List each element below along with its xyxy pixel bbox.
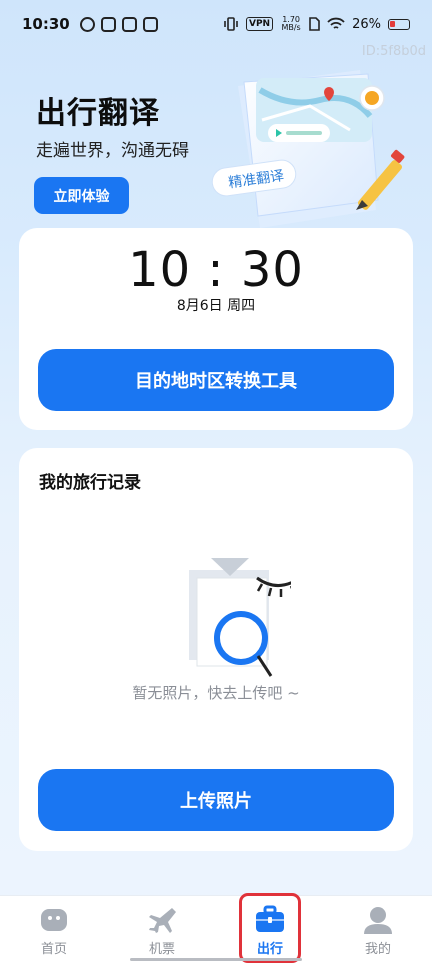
tab-flights-label: 机票 [148,942,175,957]
vibrate-icon [224,17,238,31]
tab-travel-label: 出行 [256,942,283,957]
tab-profile-label: 我的 [364,942,391,957]
current-date: 8月6日 周四 [176,298,256,314]
current-time: 10 : 30 [128,242,304,298]
notification-icon [100,16,116,32]
home-indicator [130,958,302,961]
tab-home-label: 首页 [40,942,67,957]
briefcase-icon [256,905,284,932]
upload-photo-button[interactable]: 上传照片 [38,769,394,831]
travel-records-card: 我的旅行记录 暂无照片，快去上传吧 ~ 上传照片 [19,448,413,851]
id-watermark: ID:5f8b0d [361,44,426,59]
tab-flights[interactable]: 机票 [108,896,216,964]
empty-photos-text: 暂无照片，快去上传吧 ~ [132,684,300,702]
calendar-icon [121,16,137,32]
tab-travel[interactable]: 出行 [216,896,324,964]
hero-title: 出行翻译 [36,96,160,131]
net-speed: 1.70 MB/s [281,15,301,32]
tab-home[interactable]: 首页 [0,896,108,964]
status-right: VPN 1.70 MB/s 26% [223,16,410,32]
person-icon [364,907,392,934]
home-icon [41,909,67,931]
status-time: 10:30 [22,15,70,33]
hero-illustration: 精准翻译 [211,70,405,228]
try-now-button[interactable]: 立即体验 [34,177,129,214]
status-left-icons [79,16,158,32]
timezone-card: 10 : 30 8月6日 周四 目的地时区转换工具 [19,228,413,430]
sim-icon [309,17,320,31]
vpn-badge: VPN [246,17,274,31]
hero-subtitle: 走遍世界，沟通无碍 [36,141,189,161]
tab-profile[interactable]: 我的 [324,896,432,964]
mail-icon [142,16,158,32]
empty-photo-illustration [189,558,291,677]
airplane-icon [149,908,176,933]
battery-percent: 26% [352,16,381,32]
leaf-icon [79,16,95,32]
records-title: 我的旅行记录 [39,473,141,493]
bottom-tabbar: 首页 机票 出行 我的 [0,895,432,964]
battery-icon [388,18,410,30]
timezone-converter-button[interactable]: 目的地时区转换工具 [38,349,394,411]
wifi-icon [327,17,345,29]
status-bar: 10:30 VPN 1.70 MB/s 26% [0,0,432,48]
